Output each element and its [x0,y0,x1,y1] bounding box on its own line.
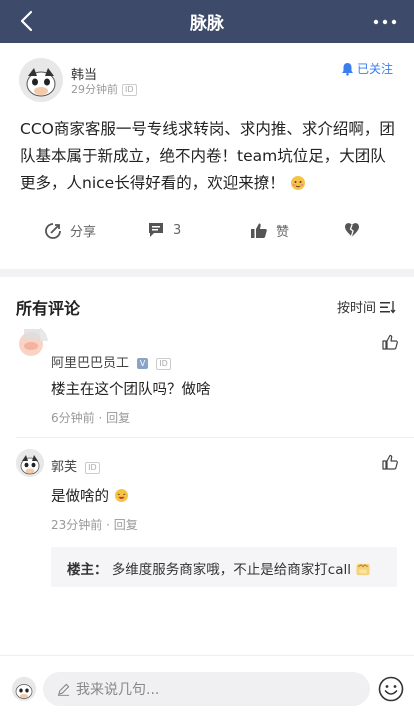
post-content: CCO商家客服一号专线求转岗、求内推、求介绍啊，团队基本属于新成立，绝不内卷！t… [20,116,400,197]
comment-divider [16,437,414,438]
post-time-text: 29分钟前 [71,83,118,96]
id-badge: ID [156,357,171,370]
comment-count: 3 [173,222,182,238]
comment-meta: 6分钟前 · 回复 [51,409,130,426]
comment-like-icon[interactable] [382,454,398,470]
comment-meta: 23分钟前 · 回复 [51,516,138,533]
verified-badge-icon: V [137,358,149,369]
post-card: 韩当 29分钟前 ID 已关注 CCO商家客服一号专线求转岗、求内推、求介绍啊，团… [0,43,414,269]
comments-header: 所有评论 按时间 [0,277,414,321]
meta-separator: · [98,411,107,425]
follow-label: 已关注 [356,62,393,76]
reply-author: 楼主： [67,562,108,578]
pen-icon [57,683,70,696]
follow-button[interactable]: 已关注 [341,60,393,77]
comments-title: 所有评论 [16,299,81,318]
comment-input-placeholder: 我来说几句... [76,682,160,698]
share-button[interactable]: 分享 [44,221,96,240]
blush-emoji-icon [290,170,306,197]
commenter-name-text: 阿里巴巴员工 [51,356,130,371]
bottom-bar: 我来说几句... [0,655,414,720]
comment-icon [149,223,163,237]
id-badge: ID [122,84,137,96]
commenter-avatar[interactable] [16,449,44,477]
post-actions: 分享 3 赞 [0,221,414,245]
comment-text: 是做啥的 [51,485,129,506]
emoji-picker-icon[interactable] [378,676,404,702]
comment-button[interactable]: 3 [147,221,181,239]
commenter-name[interactable]: 阿里巴巴员工 V ID [51,352,171,371]
top-navbar: 脉脉 [0,0,414,43]
author-reply[interactable]: 楼主： 多维度服务商家哦，不止是给商家打call [51,547,397,587]
dislike-button[interactable] [343,221,361,239]
author-avatar[interactable] [19,58,63,102]
sort-icon [380,300,396,314]
commenter-avatar[interactable] [14,325,48,359]
page-title: 脉脉 [190,14,224,34]
comment-time: 6分钟前 [51,411,95,425]
comment-input[interactable]: 我来说几句... [43,672,370,706]
sort-toggle[interactable]: 按时间 [337,297,396,316]
commenter-name[interactable]: 郭芙 ID [51,456,100,475]
post-text: CCO商家客服一号专线求转岗、求内推、求介绍啊，团队基本属于新成立，绝不内卷！t… [20,120,395,192]
id-badge: ID [85,461,100,474]
commenter-name-text: 郭芙 [51,460,78,475]
clapping-emoji-icon [356,563,370,576]
reply-text: 多维度服务商家哦，不止是给商家打call [111,562,351,578]
comment-text-content: 是做啥的 [51,489,109,505]
share-icon [45,222,61,239]
thumbs-up-icon [251,223,267,238]
comment-text: 楼主在这个团队吗？做啥 [51,382,211,398]
reply-link[interactable]: 回复 [114,518,138,532]
like-label: 赞 [276,225,290,240]
like-button[interactable]: 赞 [250,221,289,240]
laughing-emoji-icon [114,488,128,503]
current-user-avatar [12,677,36,701]
section-divider [0,269,414,277]
sort-label: 按时间 [336,301,376,316]
broken-heart-icon [345,223,359,237]
more-options-icon[interactable] [372,12,398,32]
meta-separator: · [106,518,114,532]
share-label: 分享 [70,225,97,240]
comment-time: 23分钟前 [51,518,103,532]
post-time: 29分钟前 ID [71,81,137,97]
comment-like-icon[interactable] [382,334,398,350]
reply-link[interactable]: 回复 [106,411,130,425]
bell-icon [341,62,353,76]
